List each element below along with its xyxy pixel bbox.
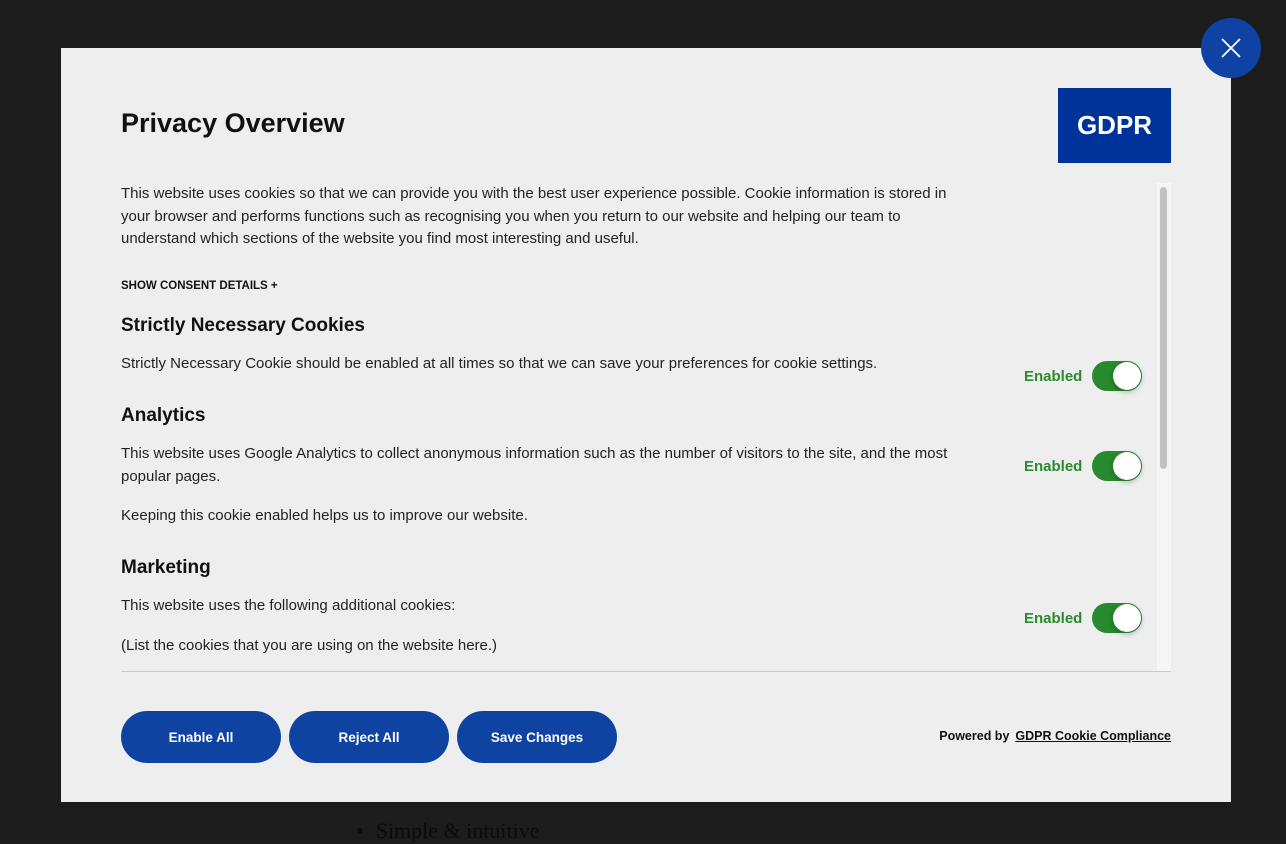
section-text-necessary: Strictly Necessary Cookie should be enab… xyxy=(121,355,878,372)
section-text-marketing: This website uses the following addition… xyxy=(121,597,456,614)
settings-scroll-area: This website uses cookies so that we can… xyxy=(121,183,1171,672)
enable-all-button[interactable]: Enable All xyxy=(121,711,281,763)
modal-title: Privacy Overview xyxy=(121,108,345,138)
section-text2-analytics: Keeping this cookie enabled helps us to … xyxy=(121,507,528,524)
section-text2-marketing: (List the cookies that you are using on … xyxy=(121,637,498,654)
toggle-analytics: Enabled xyxy=(1024,451,1143,481)
scrollbar[interactable] xyxy=(1157,183,1171,671)
section-title-necessary: Strictly Necessary Cookies xyxy=(121,315,365,336)
toggle-status: Enabled xyxy=(1024,367,1083,385)
save-changes-button[interactable]: Save Changes xyxy=(457,711,617,763)
close-icon xyxy=(1221,38,1241,58)
toggle-marketing: Enabled xyxy=(1024,603,1143,633)
analytics-switch[interactable] xyxy=(1092,451,1143,481)
background-list-item: Simple & intuitive xyxy=(356,818,540,844)
gdpr-compliance-link[interactable]: GDPR Cookie Compliance xyxy=(1015,729,1171,743)
toggle-status: Enabled xyxy=(1024,609,1083,627)
toggle-status: Enabled xyxy=(1024,457,1083,475)
section-title-analytics: Analytics xyxy=(121,405,206,426)
necessary-switch[interactable] xyxy=(1092,361,1143,391)
reject-all-button[interactable]: Reject All xyxy=(289,711,449,763)
toggle-necessary: Enabled xyxy=(1024,361,1143,391)
powered-by-label: Powered by xyxy=(939,729,1010,743)
marketing-switch[interactable] xyxy=(1092,603,1143,633)
section-text-analytics: This website uses Google Analytics to co… xyxy=(121,445,948,485)
gdpr-logo: GDPR xyxy=(1058,88,1171,163)
powered-by: Powered by GDPR Cookie Compliance xyxy=(939,729,1171,743)
section-title-marketing: Marketing xyxy=(121,557,211,578)
intro-text: This website uses cookies so that we can… xyxy=(121,185,947,247)
close-button[interactable] xyxy=(1201,18,1261,78)
scrollbar-thumb[interactable] xyxy=(1160,187,1167,469)
show-consent-details-link[interactable]: SHOW CONSENT DETAILS + xyxy=(121,280,278,292)
privacy-modal: Privacy Overview GDPR This website uses … xyxy=(61,48,1231,802)
